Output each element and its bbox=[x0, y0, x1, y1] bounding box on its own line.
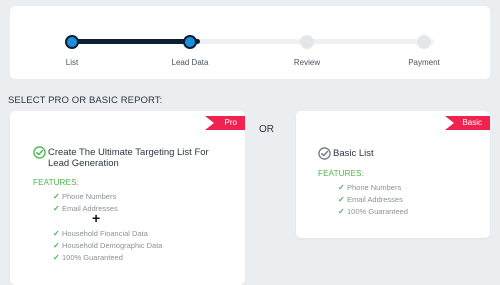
checkmark-icon: ✓ bbox=[53, 192, 60, 201]
checkmark-icon: ✓ bbox=[338, 207, 345, 216]
step-lead-data-label: Lead Data bbox=[171, 58, 209, 67]
pro-feature-item: ✓ 100% Guaranteed bbox=[53, 253, 123, 262]
plus-icon: + bbox=[92, 210, 101, 226]
pro-title-line1: Create The Ultimate Targeting List For bbox=[48, 147, 209, 158]
section-title: SELECT PRO OR BASIC REPORT: bbox=[8, 95, 163, 106]
pro-feature-item: ✓ Household Demographic Data bbox=[53, 241, 163, 250]
pro-title: Create The Ultimate Targeting List For L… bbox=[48, 147, 209, 169]
step-payment[interactable]: Payment bbox=[384, 6, 464, 79]
step-payment-dot bbox=[417, 35, 431, 49]
pro-report-card[interactable]: Pro Create The Ultimate Targeting List F… bbox=[10, 111, 245, 285]
checkmark-icon: ✓ bbox=[338, 183, 345, 192]
step-list-dot bbox=[65, 35, 79, 49]
basic-feature-item: ✓ Email Addresses bbox=[338, 195, 403, 204]
checkmark-icon: ✓ bbox=[53, 229, 60, 238]
basic-badge: Basic bbox=[445, 116, 490, 130]
check-circle-icon bbox=[318, 147, 331, 160]
basic-report-card[interactable]: Basic Basic List FEATURES: ✓ Phone Number… bbox=[296, 111, 490, 238]
or-separator: OR bbox=[259, 124, 274, 135]
step-lead-data-dot bbox=[183, 35, 197, 49]
step-payment-label: Payment bbox=[408, 58, 440, 67]
pro-badge: Pro bbox=[205, 116, 245, 130]
pro-feature-item: ✓ Email Addresses bbox=[53, 204, 118, 213]
basic-features-label: FEATURES: bbox=[318, 169, 365, 178]
pro-feature-item: ✓ Household Financial Data bbox=[53, 229, 148, 238]
step-list[interactable]: List bbox=[32, 6, 112, 79]
step-list-label: List bbox=[65, 58, 79, 67]
step-review-dot bbox=[300, 35, 314, 49]
pro-features-label: FEATURES: bbox=[33, 178, 80, 187]
progress-stepper: List Lead Data Review Payment bbox=[10, 6, 490, 79]
step-review-label: Review bbox=[293, 58, 321, 67]
basic-title: Basic List bbox=[333, 148, 374, 159]
checkmark-icon: ✓ bbox=[53, 253, 60, 262]
basic-feature-item: ✓ 100% Guaranteed bbox=[338, 207, 408, 216]
pro-feature-item: ✓ Phone Numbers bbox=[53, 192, 117, 201]
checkmark-icon: ✓ bbox=[53, 204, 60, 213]
step-lead-data[interactable]: Lead Data bbox=[150, 6, 230, 79]
step-review[interactable]: Review bbox=[267, 6, 347, 79]
check-circle-icon bbox=[33, 146, 46, 159]
pro-title-line2: Lead Generation bbox=[48, 158, 119, 169]
basic-feature-item: ✓ Phone Numbers bbox=[338, 183, 402, 192]
checkmark-icon: ✓ bbox=[338, 195, 345, 204]
checkmark-icon: ✓ bbox=[53, 241, 60, 250]
